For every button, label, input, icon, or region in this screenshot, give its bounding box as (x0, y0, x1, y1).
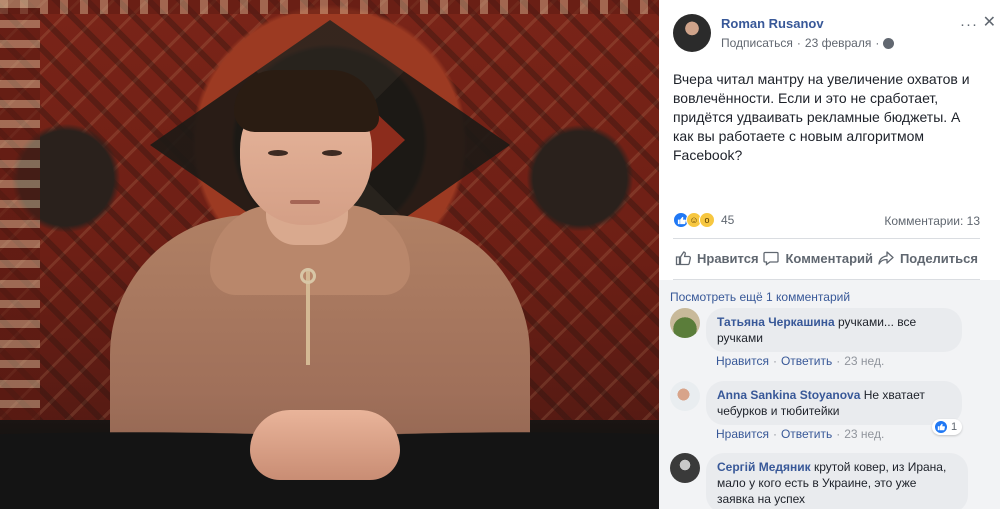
comment-bubble: Anna Sankina Stoyanova Не хватает чебурк… (706, 381, 962, 425)
comment-like-link[interactable]: Нравится (716, 427, 769, 441)
share-icon (878, 251, 894, 265)
commenter-name[interactable]: Сергій Медяник (717, 460, 811, 474)
commenter-avatar[interactable] (670, 308, 700, 338)
post-panel: Roman Rusanov Подписаться · 23 февраля ·… (659, 0, 1000, 509)
commenter-name[interactable]: Anna Sankina Stoyanova (717, 388, 860, 402)
comment-button-label: Комментарий (785, 250, 874, 266)
comments-count-link[interactable]: Комментарии: 13 (884, 214, 980, 228)
commenter-avatar[interactable] (670, 381, 700, 411)
comment-button[interactable]: Комментарий (761, 246, 875, 270)
like-button[interactable]: Нравится (673, 246, 761, 270)
share-button-label: Поделиться (899, 250, 978, 266)
person-eye (268, 150, 288, 156)
carpet-border (0, 0, 659, 14)
reactions-count: 45 (721, 213, 735, 227)
person-hands (250, 410, 400, 480)
dot-separator: · (836, 427, 841, 441)
post-photo[interactable] (0, 0, 659, 509)
author-avatar[interactable] (673, 14, 711, 52)
close-icon[interactable]: ✕ (983, 12, 996, 32)
more-options-button[interactable]: ··· (960, 16, 978, 33)
person-eye (322, 150, 342, 156)
comment-like-count: 1 (951, 421, 958, 433)
zipper-ring (300, 268, 316, 284)
see-more-comments-link[interactable]: Посмотреть ещё 1 комментарий (670, 290, 850, 304)
post-actions: Нравится Комментарий Поделиться (673, 246, 980, 270)
comment-time[interactable]: 23 нед. (844, 427, 884, 441)
dot-separator: · (836, 354, 841, 368)
reactions-summary[interactable]: ☺ o 45 (673, 212, 734, 228)
comment-icon (763, 251, 780, 266)
person-hair (234, 70, 379, 132)
hoodie-zipper (306, 270, 310, 365)
comment-like-link[interactable]: Нравится (716, 354, 769, 368)
globe-icon (883, 37, 895, 49)
post-text: Вчера читал мантру на увеличение охватов… (673, 71, 970, 163)
share-button[interactable]: Поделиться (876, 246, 980, 270)
like-button-label: Нравится (697, 250, 759, 266)
comment-actions: Нравится · Ответить · 23 нед. (716, 427, 884, 441)
comment-bubble: Сергій Медяник крутой ковер, из Ирана, м… (706, 453, 968, 509)
comment-reply-link[interactable]: Ответить (781, 427, 832, 441)
author-name[interactable]: Roman Rusanov (721, 16, 824, 31)
follow-link[interactable]: Подписаться (721, 36, 793, 50)
thumbs-up-icon (675, 251, 691, 266)
divider (673, 238, 980, 239)
post-date[interactable]: 23 февраля (805, 36, 871, 50)
dot-separator: · (772, 354, 777, 368)
wow-icon: o (699, 212, 715, 228)
post-meta: Подписаться · 23 февраля · (721, 36, 895, 50)
comment-reply-link[interactable]: Ответить (781, 354, 832, 368)
comment-time[interactable]: 23 нед. (844, 354, 884, 368)
meta-separator: · (796, 36, 801, 50)
comment-reaction-count[interactable]: 1 (932, 419, 963, 435)
dot-separator: · (772, 427, 777, 441)
comment-bubble: Татьяна Черкашина ручками... все ручками (706, 308, 962, 352)
commenter-avatar[interactable] (670, 453, 700, 483)
comment-actions: Нравится · Ответить · 23 нед. (716, 354, 884, 368)
like-icon (934, 420, 948, 434)
commenter-name[interactable]: Татьяна Черкашина (717, 315, 835, 329)
comments-section: Посмотреть ещё 1 комментарий Татьяна Чер… (659, 280, 1000, 509)
meta-separator: · (875, 36, 880, 50)
person-mouth (290, 200, 320, 204)
